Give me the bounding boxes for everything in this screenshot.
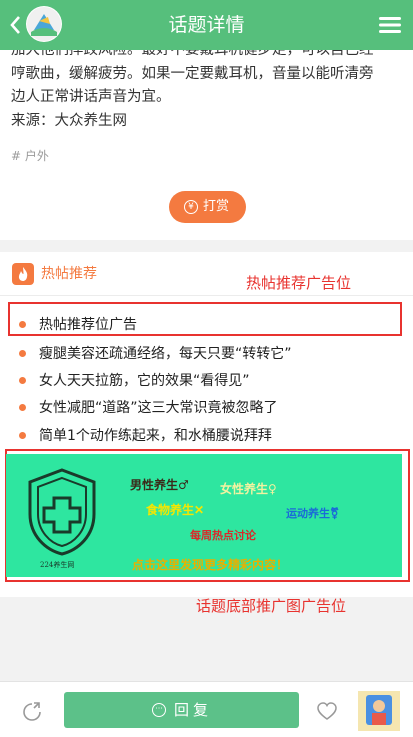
bullet-icon: [19, 404, 26, 411]
ad-highlight-box: [8, 302, 402, 336]
article-content: 加大他们摔跤风险。最好不要戴耳机健步走，可以自己经 哼歌曲，缓解疲劳。如果一定要…: [0, 50, 413, 240]
ad-annotation-hot: 热帖推荐广告位: [246, 274, 352, 292]
share-icon[interactable]: [22, 700, 44, 722]
topic-tag[interactable]: # 户外: [11, 147, 49, 164]
list-item-title: 简单1个动作练起来，和水桶腰说拜拜: [39, 428, 272, 444]
hot-posts-header: 热帖推荐: [0, 252, 413, 296]
reply-label: 回复: [174, 701, 213, 719]
article-line: 哼歌曲，缓解疲劳。如果一定要戴耳机，音量以能听清旁: [11, 65, 374, 82]
banner-text: 食物养生✕: [146, 503, 205, 517]
article-text: 加大他们摔跤风险。最好不要戴耳机健步走，可以自己经 哼歌曲，缓解疲劳。如果一定要…: [11, 50, 411, 133]
bullet-icon: [19, 377, 26, 384]
banner-text: 女性养生♀: [220, 482, 277, 496]
menu-icon[interactable]: [379, 16, 401, 34]
top-bar: 话题详情: [0, 0, 413, 50]
banner-logo-text: 224养生网: [40, 561, 75, 569]
list-item[interactable]: 女性减肥“道路”这三大常识竟被忽略了: [0, 395, 413, 421]
list-item-title: 瘦腿美容还疏通经络，每天只要“转转它”: [39, 346, 292, 362]
list-item[interactable]: 女人天天拉筋，它的效果“看得见”: [0, 368, 413, 394]
list-item[interactable]: 简单1个动作练起来，和水桶腰说拜拜: [0, 423, 413, 449]
reward-label: 打赏: [203, 199, 230, 214]
banner-text: 每周热点讨论: [190, 529, 256, 542]
reward-button[interactable]: ¥ 打赏: [169, 191, 246, 223]
avatar-image: [358, 691, 400, 731]
article-source: 来源：大众养生网: [11, 112, 127, 129]
banner-ad[interactable]: 224养生网 男性养生♂ 女性养生♀ 食物养生✕ 运动养生⚧ 每周热点讨论 点击…: [6, 454, 402, 577]
heart-icon[interactable]: [316, 701, 338, 721]
reply-button[interactable]: ··· 回复: [64, 692, 299, 728]
avatar[interactable]: [358, 691, 400, 731]
article-line: 加大他们摔跤风险。最好不要戴耳机健步走，可以自己经: [11, 50, 374, 58]
yen-icon: ¥: [184, 200, 198, 214]
banner-text: 男性养生♂: [130, 478, 189, 492]
page-title: 话题详情: [168, 14, 245, 36]
hot-posts-title: 热帖推荐: [41, 266, 97, 282]
list-item-title: 女性减肥“道路”这三大常识竟被忽略了: [39, 400, 278, 416]
health-shield-icon: [28, 468, 96, 556]
list-item[interactable]: 瘦腿美容还疏通经络，每天只要“转转它”: [0, 341, 413, 367]
fire-icon: [12, 263, 34, 285]
bottom-bar: ··· 回复: [0, 681, 413, 737]
banner-cta: 点击这里发现更多精彩内容！: [132, 558, 289, 572]
banner-text: 运动养生⚧: [286, 507, 340, 520]
bullet-icon: [19, 432, 26, 439]
bullet-icon: [19, 350, 26, 357]
ad-annotation-banner: 话题底部推广图广告位: [196, 597, 347, 615]
article-line: 边人正常讲话声音为宜。: [11, 89, 171, 105]
comment-icon: ···: [152, 703, 166, 717]
list-item-title: 女人天天拉筋，它的效果“看得见”: [39, 373, 250, 389]
